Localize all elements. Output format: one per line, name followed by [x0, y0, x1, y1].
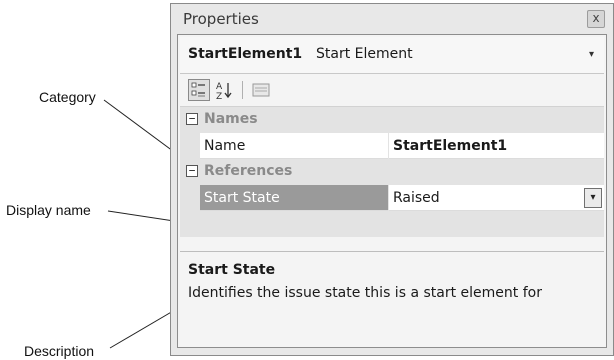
property-value[interactable]: StartElement1	[389, 133, 604, 159]
description-title: Start State	[188, 262, 276, 278]
property-name: Name	[200, 133, 388, 159]
property-pages-icon	[252, 83, 270, 97]
property-row-start-state[interactable]: Start State Raised ▾	[180, 185, 604, 211]
property-grid: − Names Name StartElement1 − References …	[180, 106, 604, 248]
selected-object-type: Start Element	[316, 46, 413, 62]
categorized-button[interactable]	[188, 79, 210, 101]
window-title: Properties	[183, 10, 259, 28]
collapse-icon[interactable]: −	[186, 165, 198, 177]
object-selector-dropdown[interactable]: StartElement1 Start Element ▾	[180, 37, 604, 74]
properties-panel: StartElement1 Start Element ▾ A Z − Name…	[177, 34, 607, 348]
selected-object-name: StartElement1	[188, 46, 303, 62]
close-button[interactable]: x	[587, 10, 605, 28]
description-text: Identifies the issue state this is a sta…	[188, 285, 542, 301]
dropdown-button[interactable]: ▾	[584, 188, 602, 208]
categorized-icon	[191, 82, 205, 97]
svg-text:Z: Z	[216, 92, 222, 101]
chevron-down-icon: ▾	[588, 49, 594, 60]
property-row-name[interactable]: Name StartElement1	[180, 133, 604, 159]
properties-toolbar: A Z	[180, 76, 604, 104]
property-pages-button[interactable]	[250, 79, 272, 101]
category-label: References	[204, 163, 293, 179]
description-pane: Start State Identifies the issue state t…	[180, 251, 604, 345]
title-bar: Properties x	[171, 4, 613, 34]
properties-window: Properties x StartElement1 Start Element…	[170, 3, 614, 356]
property-value[interactable]: Raised	[389, 185, 604, 211]
callout-category-label: Category	[39, 89, 96, 105]
callout-description-label: Description	[24, 343, 95, 359]
alphabetical-button[interactable]: A Z	[214, 79, 236, 102]
category-row-names[interactable]: − Names	[180, 107, 604, 133]
alphabetical-sort-icon: A Z	[216, 82, 232, 102]
grid-empty-area	[180, 211, 604, 237]
category-row-references[interactable]: − References	[180, 159, 604, 185]
category-label: Names	[204, 111, 258, 127]
property-name: Start State	[200, 185, 388, 211]
collapse-icon[interactable]: −	[186, 113, 198, 125]
toolbar-separator	[242, 81, 243, 99]
callout-display-name-label: Display name	[6, 202, 91, 218]
svg-text:A: A	[216, 82, 223, 92]
